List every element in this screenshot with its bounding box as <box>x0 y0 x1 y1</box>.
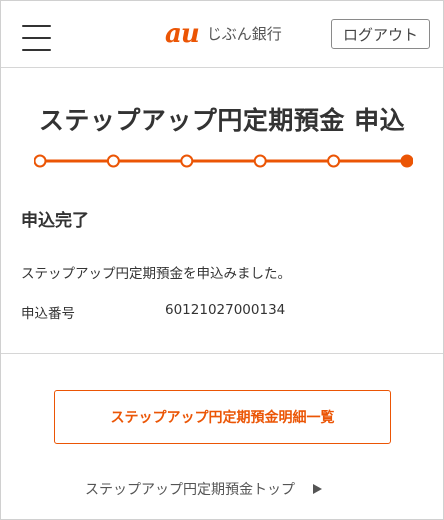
hamburger-menu-icon[interactable] <box>22 25 51 51</box>
logout-button[interactable]: ログアウト <box>331 19 430 49</box>
app-frame: au じぶん銀行 ログアウト ステップアップ円定期預金 申込 申込完了 ステップ… <box>0 0 444 520</box>
page-title: ステップアップ円定期預金 申込 <box>38 106 406 135</box>
brand-name: じぶん銀行 <box>206 25 282 43</box>
application-number-label: 申込番号 <box>21 306 75 322</box>
stepper-dot <box>327 154 341 168</box>
stepper-dot <box>34 154 47 168</box>
stepper-dot-current <box>400 154 413 168</box>
au-logo-mark: au <box>165 19 200 49</box>
stepper-dot <box>180 154 194 168</box>
divider <box>1 353 443 354</box>
detail-list-button[interactable]: ステップアップ円定期預金明細一覧 <box>54 390 391 444</box>
progress-stepper <box>34 153 413 169</box>
play-arrow-icon <box>313 484 322 494</box>
completion-heading: 申込完了 <box>21 211 89 231</box>
header: au じぶん銀行 ログアウト <box>1 1 443 68</box>
top-link-label: ステップアップ円定期預金トップ <box>85 482 295 498</box>
stepper-dot <box>106 154 120 168</box>
application-number-value: 60121027000134 <box>165 302 286 318</box>
top-link[interactable]: ステップアップ円定期預金トップ <box>85 479 322 499</box>
stepper-dot <box>253 154 267 168</box>
completion-message: ステップアップ円定期預金を申込みました。 <box>21 266 291 282</box>
brand-logo[interactable]: au じぶん銀行 <box>165 21 282 47</box>
